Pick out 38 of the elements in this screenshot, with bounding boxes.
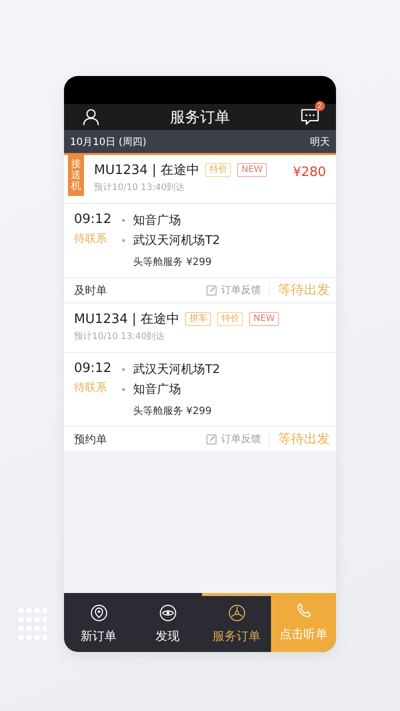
date-label: 10月10日 (周四) <box>70 136 146 148</box>
route-dot <box>122 388 125 391</box>
message-icon[interactable] <box>300 108 320 126</box>
route-dot <box>122 219 125 222</box>
order-label: 拼车 <box>185 312 212 326</box>
order-type: 及时单 <box>74 282 108 298</box>
order-tag: 接送机 <box>68 155 84 196</box>
arrival-time: 预计10/10 13:40到达 <box>94 182 186 194</box>
stop-name: 武汉天河机场T2 <box>133 232 220 249</box>
order-price: ¥280 <box>292 165 326 180</box>
screen-title: 服务订单 <box>170 108 230 126</box>
stop-name: 武汉天河机场T2 <box>133 361 220 378</box>
contact-status: 待联系 <box>74 380 108 395</box>
pickup-time: 09:12 <box>74 361 112 376</box>
phone-icon <box>294 602 312 620</box>
order-label: 特价 <box>217 312 244 326</box>
flight-status: MU1234 | 在途中 <box>74 311 180 328</box>
flight-status: MU1234 | 在途中 <box>94 162 200 179</box>
location-icon <box>90 604 108 622</box>
route-dot <box>122 368 125 371</box>
service-price: 头等舱服务 ¥299 <box>133 404 213 418</box>
route-dot <box>122 239 125 242</box>
nav-tab[interactable]: 发现 <box>133 593 202 652</box>
order-label: NEW <box>237 163 267 177</box>
service-price: 头等舱服务 ¥299 <box>133 256 213 269</box>
day-label: 明天 <box>310 136 330 148</box>
order-type: 预约单 <box>74 432 108 446</box>
nav-tab[interactable]: 新订单 <box>64 593 133 652</box>
steering-wheel-icon <box>228 604 246 622</box>
user-icon[interactable] <box>82 108 100 126</box>
contact-status: 待联系 <box>74 231 108 246</box>
order-label: 特价 <box>205 163 232 177</box>
pickup-time: 09:12 <box>74 212 112 227</box>
eye-icon <box>158 604 176 622</box>
stop-name: 知音广场 <box>133 212 181 229</box>
arrival-time: 预计10/10 13:40到达 <box>74 330 166 343</box>
stop-name: 知音广场 <box>133 381 181 398</box>
order-label: NEW <box>249 312 279 326</box>
